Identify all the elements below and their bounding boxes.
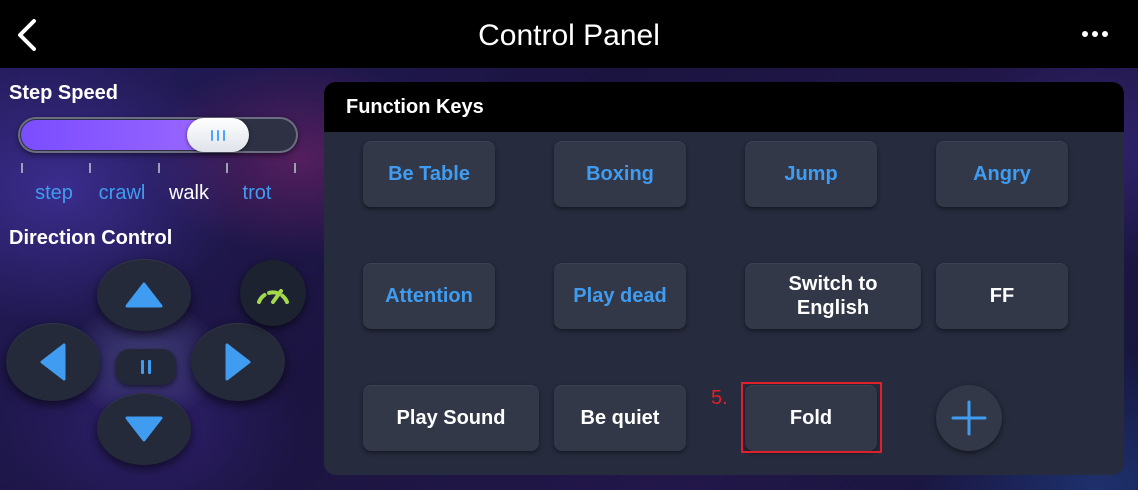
function-key-be-quiet[interactable]: Be quiet xyxy=(554,385,686,451)
slider-tick xyxy=(21,163,23,173)
function-keys-header: Function Keys xyxy=(324,82,1124,132)
slider-tick xyxy=(226,163,228,173)
function-key-attention[interactable]: Attention xyxy=(363,263,495,329)
step-speed-slider[interactable] xyxy=(18,117,298,153)
speed-option-crawl[interactable]: crawl xyxy=(99,182,146,205)
function-key-play-dead[interactable]: Play dead xyxy=(554,263,686,329)
function-key-be-table[interactable]: Be Table xyxy=(363,141,495,207)
step-speed-slider-thumb[interactable] xyxy=(187,118,249,152)
speed-option-trot[interactable]: trot xyxy=(243,182,272,205)
function-key-fold[interactable]: Fold xyxy=(745,385,877,451)
pause-icon xyxy=(141,360,151,374)
direction-right-button[interactable] xyxy=(191,323,285,401)
function-key-jump[interactable]: Jump xyxy=(745,141,877,207)
function-key-ff[interactable]: FF xyxy=(936,263,1068,329)
more-button[interactable] xyxy=(1080,26,1110,42)
direction-down-button[interactable] xyxy=(97,393,191,465)
top-bar: Control Panel xyxy=(0,0,1138,68)
function-key-switch-to-english[interactable]: Switch to English xyxy=(745,263,921,329)
direction-stop-button[interactable] xyxy=(116,349,176,385)
function-key-angry[interactable]: Angry xyxy=(936,141,1068,207)
slider-tick xyxy=(89,163,91,173)
annotation-number: 5. xyxy=(711,387,728,409)
function-key-play-sound[interactable]: Play Sound xyxy=(363,385,539,451)
triangle-up-icon xyxy=(125,282,163,308)
add-function-key-button[interactable] xyxy=(936,385,1002,451)
direction-left-button[interactable] xyxy=(6,323,100,401)
direction-control-label: Direction Control xyxy=(9,227,173,249)
slider-tick xyxy=(158,163,160,173)
slider-tick xyxy=(294,163,296,173)
speed-option-walk[interactable]: walk xyxy=(169,182,209,205)
triangle-right-icon xyxy=(225,343,251,381)
triangle-down-icon xyxy=(125,416,163,442)
speed-option-step[interactable]: step xyxy=(35,182,73,205)
page-title: Control Panel xyxy=(478,19,660,52)
triangle-left-icon xyxy=(40,343,66,381)
direction-up-button[interactable] xyxy=(97,259,191,331)
plus-icon xyxy=(951,400,987,436)
speed-gauge-button[interactable] xyxy=(240,260,306,326)
speedometer-icon xyxy=(257,289,289,304)
more-horizontal-icon xyxy=(1082,31,1108,37)
step-speed-label: Step Speed xyxy=(9,82,118,104)
function-key-boxing[interactable]: Boxing xyxy=(554,141,686,207)
function-keys-title: Function Keys xyxy=(346,96,484,118)
